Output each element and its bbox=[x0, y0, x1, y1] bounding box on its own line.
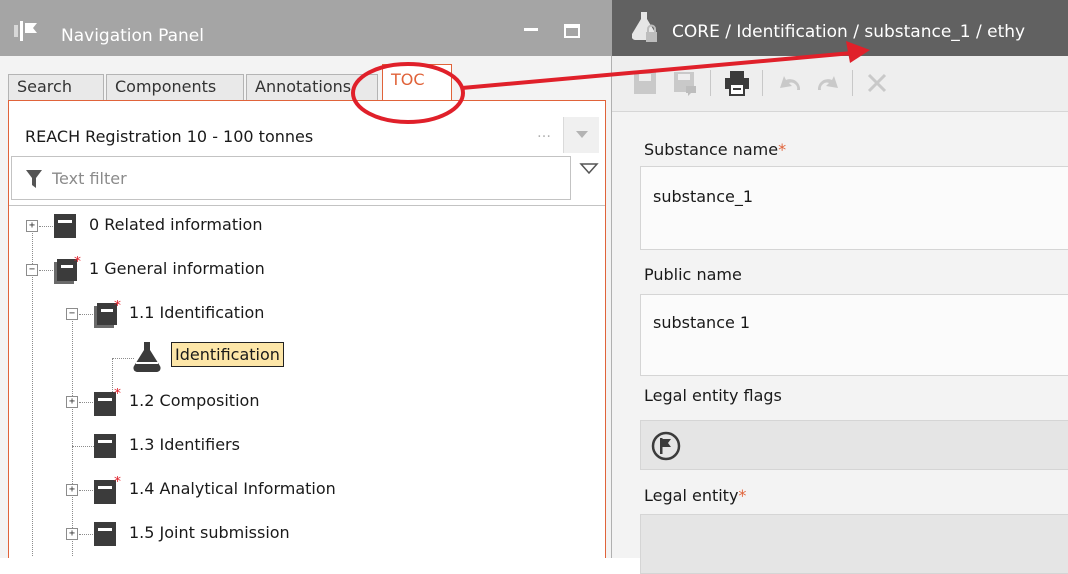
tree-item-composition[interactable]: + * 1.2 Composition bbox=[49, 382, 605, 422]
template-selector[interactable]: REACH Registration 10 - 100 tonnes … bbox=[9, 117, 607, 153]
expand-icon[interactable]: + bbox=[66, 396, 78, 408]
tree-item-identification[interactable]: Identification bbox=[89, 338, 605, 378]
document-icon bbox=[54, 214, 76, 238]
legal-entity-field[interactable] bbox=[640, 514, 1068, 574]
substance-name-label: Substance name* bbox=[644, 140, 787, 159]
editor-breadcrumb-title: CORE / Identification / substance_1 / et… bbox=[672, 22, 1026, 42]
tree-item-identification-section[interactable]: − * 1.1 Identification bbox=[49, 294, 605, 334]
save-icon[interactable] bbox=[632, 70, 658, 96]
tree-item-label: 1.3 Identifiers bbox=[129, 435, 240, 454]
close-icon[interactable] bbox=[864, 70, 890, 96]
editor-panel: CORE / Identification / substance_1 / et… bbox=[612, 0, 1068, 574]
filter-options-toggle-icon[interactable] bbox=[579, 160, 599, 176]
document-icon bbox=[94, 522, 116, 546]
tab-components[interactable]: Components bbox=[106, 74, 244, 100]
svg-text:*: * bbox=[114, 300, 121, 314]
flask-lock-icon bbox=[632, 12, 657, 42]
minimize-button[interactable] bbox=[522, 24, 542, 38]
collapse-icon[interactable]: − bbox=[26, 264, 38, 276]
minimize-icon bbox=[524, 28, 538, 31]
tree-item-joint-submission[interactable]: + 1.5 Joint submission bbox=[49, 514, 605, 554]
public-name-field[interactable]: substance 1 bbox=[640, 294, 1068, 376]
tab-search[interactable]: Search bbox=[8, 74, 104, 100]
navigation-tab-bar: Search Components Annotations TOC bbox=[0, 58, 612, 101]
tree-item-label: 1.2 Composition bbox=[129, 391, 260, 410]
chevron-down-icon bbox=[576, 131, 588, 138]
document-stack-required-icon: * bbox=[94, 300, 121, 328]
legal-entity-flags-field[interactable] bbox=[640, 420, 1068, 470]
required-marker: * bbox=[778, 140, 787, 159]
tree-item-label: Identification bbox=[171, 342, 284, 367]
tree-item-label: 1.5 Joint submission bbox=[129, 523, 290, 542]
tree-item-label: 1.1 Identification bbox=[129, 303, 265, 322]
print-icon[interactable] bbox=[724, 70, 750, 96]
document-required-icon: * bbox=[94, 388, 121, 416]
text-filter-input[interactable] bbox=[52, 167, 552, 189]
maximize-icon bbox=[564, 24, 580, 38]
document-stack-required-icon: * bbox=[54, 256, 81, 284]
identification-form: Substance name* substance_1 Public name … bbox=[632, 112, 1068, 574]
template-selector-value: REACH Registration 10 - 100 tonnes bbox=[25, 127, 314, 146]
flag-icon[interactable] bbox=[651, 431, 681, 461]
toolbar-separator bbox=[710, 70, 711, 96]
more-icon[interactable]: … bbox=[537, 125, 552, 141]
tree-item-label: 0 Related information bbox=[89, 215, 263, 234]
tree-item-label: 1.4 Analytical Information bbox=[129, 479, 336, 498]
svg-text:*: * bbox=[114, 388, 121, 402]
public-name-label: Public name bbox=[644, 265, 742, 284]
filter-icon bbox=[26, 170, 42, 188]
toolbar-separator bbox=[762, 70, 763, 96]
filter-row bbox=[11, 156, 601, 200]
tab-toc[interactable]: TOC bbox=[382, 64, 452, 101]
redo-icon[interactable] bbox=[814, 70, 840, 96]
legal-entity-flags-label: Legal entity flags bbox=[644, 386, 782, 405]
legal-entity-label: Legal entity* bbox=[644, 486, 747, 505]
template-dropdown-button[interactable] bbox=[563, 117, 599, 153]
toolbar-separator bbox=[852, 70, 853, 96]
collapse-icon[interactable]: − bbox=[66, 308, 78, 320]
tree-item-related-information[interactable]: + 0 Related information bbox=[9, 206, 605, 246]
tree-item-identifiers[interactable]: 1.3 Identifiers bbox=[49, 426, 605, 466]
tab-annotations[interactable]: Annotations bbox=[246, 74, 378, 100]
tree-item-label: 1 General information bbox=[89, 259, 265, 278]
navigation-panel: Navigation Panel Search Components Annot… bbox=[0, 0, 612, 558]
navigation-panel-title: Navigation Panel bbox=[61, 26, 204, 46]
toc-tree: + 0 Related information − * 1 General in… bbox=[9, 205, 605, 558]
expand-icon[interactable]: + bbox=[66, 484, 78, 496]
undo-icon[interactable] bbox=[778, 70, 804, 96]
expand-icon[interactable]: + bbox=[26, 220, 38, 232]
svg-text:*: * bbox=[114, 476, 121, 490]
document-icon bbox=[94, 434, 116, 458]
navigation-panel-icon bbox=[14, 21, 37, 41]
flask-icon bbox=[133, 342, 161, 372]
editor-toolbar bbox=[612, 56, 1068, 112]
svg-text:*: * bbox=[74, 256, 81, 270]
document-required-icon: * bbox=[94, 476, 121, 504]
expand-icon[interactable]: + bbox=[66, 528, 78, 540]
editor-panel-header: CORE / Identification / substance_1 / et… bbox=[612, 0, 1068, 56]
maximize-button[interactable] bbox=[562, 22, 582, 42]
required-marker: * bbox=[738, 486, 747, 505]
save-comment-icon[interactable] bbox=[672, 70, 698, 96]
toc-content: REACH Registration 10 - 100 tonnes … Tex… bbox=[8, 101, 606, 558]
public-name-value: substance 1 bbox=[653, 313, 751, 332]
tree-item-general-information[interactable]: − * 1 General information bbox=[9, 250, 605, 290]
substance-name-value: substance_1 bbox=[653, 187, 754, 206]
text-filter-box bbox=[11, 156, 571, 200]
navigation-panel-header: Navigation Panel bbox=[0, 0, 612, 56]
tree-item-analytical-information[interactable]: + * 1.4 Analytical Information bbox=[49, 470, 605, 510]
substance-name-field[interactable]: substance_1 bbox=[640, 166, 1068, 250]
